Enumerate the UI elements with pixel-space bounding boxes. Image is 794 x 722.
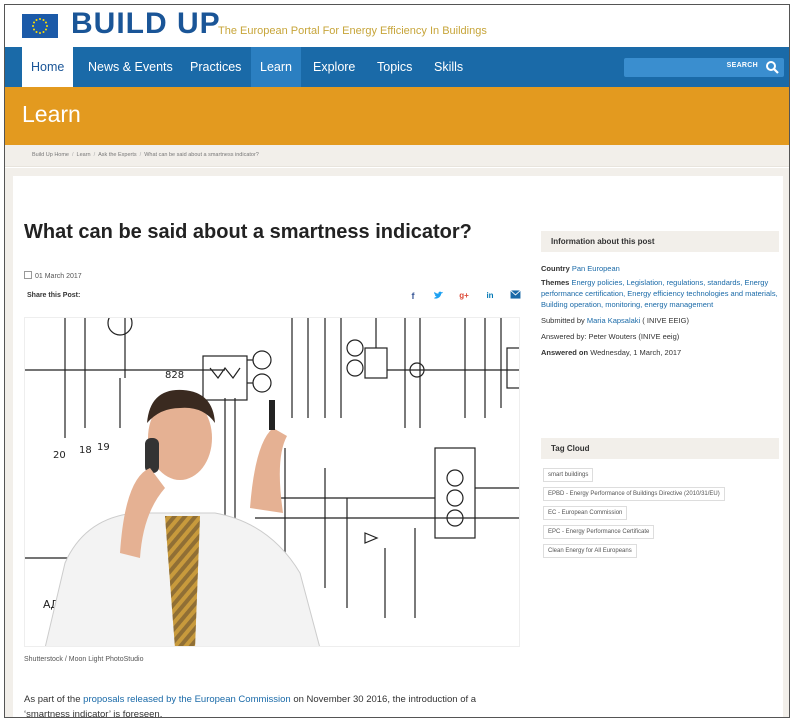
tag-smart-buildings[interactable]: smart buildings bbox=[543, 468, 594, 482]
eu-flag-icon[interactable] bbox=[22, 14, 58, 38]
content-card: What can be said about a smartness indic… bbox=[13, 176, 783, 717]
share-bar: Share this Post: f g+ in bbox=[24, 289, 521, 305]
post-info: Country Pan European Themes Energy polic… bbox=[541, 263, 779, 361]
breadcrumb-bar: Build Up Home / Learn / Ask the Experts / What… bbox=[5, 145, 789, 167]
nav-explore[interactable]: Explore bbox=[304, 47, 364, 87]
content-area: What can be said about a smartness indic… bbox=[5, 168, 789, 717]
calendar-icon bbox=[24, 271, 32, 279]
themes-label: Themes bbox=[541, 278, 570, 287]
post-date: 01 March 2017 bbox=[24, 271, 82, 280]
breadcrumb-separator: / bbox=[93, 152, 96, 158]
nav-topics[interactable]: Topics bbox=[368, 47, 421, 87]
site-header: BUILD UP The European Portal For Energy … bbox=[5, 5, 789, 47]
tag-cloud: smart buildings EPBD - Energy Performanc… bbox=[543, 468, 781, 563]
nav-home[interactable]: Home bbox=[22, 47, 74, 87]
breadcrumb-link-learn[interactable]: Learn bbox=[77, 152, 91, 158]
article-body: As part of the proposals released by the… bbox=[24, 692, 494, 717]
svg-text:828: 828 bbox=[165, 370, 184, 381]
themes-links[interactable]: Energy policies, Legislation, regulation… bbox=[541, 278, 778, 309]
engineer-schematic-image: 201819 828 АДЮБОЛОЧИЛА N3 BOЛOДOKИH bbox=[25, 318, 519, 646]
info-box-heading: Information about this post bbox=[541, 231, 779, 252]
page-frame: BUILD UP The European Portal For Energy … bbox=[4, 4, 790, 718]
ec-proposals-link[interactable]: proposals released by the European Commi… bbox=[83, 694, 291, 705]
breadcrumb-link-ask-experts[interactable]: Ask the Experts bbox=[98, 152, 137, 158]
section-banner: Learn bbox=[5, 87, 789, 145]
submitted-row: Submitted by Maria Kapsalaki ( INIVE EEI… bbox=[541, 315, 779, 326]
answered-on-value: Wednesday, 1 March, 2017 bbox=[590, 348, 682, 357]
body-text-prefix: As part of the bbox=[24, 694, 84, 705]
article-title: What can be said about a smartness indic… bbox=[24, 221, 472, 243]
linkedin-icon[interactable]: in bbox=[484, 290, 496, 302]
country-link[interactable]: Pan European bbox=[572, 264, 620, 273]
google-plus-icon[interactable]: g+ bbox=[458, 290, 470, 302]
facebook-icon[interactable]: f bbox=[407, 290, 419, 302]
answered-on-label: Answered on bbox=[541, 348, 589, 357]
tag-epbd[interactable]: EPBD - Energy Performance of Buildings D… bbox=[543, 487, 725, 501]
search-input[interactable]: SEARCH bbox=[624, 58, 784, 77]
breadcrumb: Build Up Home / Learn / Ask the Experts / What… bbox=[32, 152, 259, 158]
share-label: Share this Post: bbox=[27, 292, 81, 299]
photo-credit: Shutterstock / Moon Light PhotoStudio bbox=[24, 656, 144, 663]
main-nav: Home News & Events Practices Learn Explo… bbox=[5, 47, 789, 87]
breadcrumb-current: What can be said about a smartness indic… bbox=[144, 152, 259, 158]
breadcrumb-link-home[interactable]: Build Up Home bbox=[32, 152, 69, 158]
brand-logo-text[interactable]: BUILD UP bbox=[71, 7, 221, 41]
nav-skills[interactable]: Skills bbox=[425, 47, 472, 87]
brand-tagline: The European Portal For Energy Efficienc… bbox=[218, 25, 487, 37]
section-title: Learn bbox=[22, 101, 81, 127]
tag-clean-energy[interactable]: Clean Energy for All Europeans bbox=[543, 544, 637, 558]
country-label: Country bbox=[541, 264, 570, 273]
tag-european-commission[interactable]: EC - European Commission bbox=[543, 506, 628, 520]
nav-practices[interactable]: Practices bbox=[181, 47, 250, 87]
email-icon[interactable] bbox=[509, 290, 521, 302]
svg-text:19: 19 bbox=[97, 442, 110, 453]
search-icon[interactable] bbox=[765, 60, 779, 74]
breadcrumb-separator: / bbox=[72, 152, 74, 158]
nav-news-events[interactable]: News & Events bbox=[79, 47, 182, 87]
tag-cloud-heading: Tag Cloud bbox=[541, 438, 779, 459]
themes-row: Themes Energy policies, Legislation, reg… bbox=[541, 277, 779, 310]
tag-epc[interactable]: EPC - Energy Performance Certificate bbox=[543, 525, 655, 539]
country-row: Country Pan European bbox=[541, 263, 779, 274]
submitter-link[interactable]: Maria Kapsalaki bbox=[587, 316, 640, 325]
submitted-prefix: Submitted by bbox=[541, 316, 587, 325]
post-date-text: 01 March 2017 bbox=[35, 273, 82, 280]
svg-text:20: 20 bbox=[53, 450, 66, 461]
submitted-suffix: ( INIVE EEIG) bbox=[640, 316, 689, 325]
article-photo: 201819 828 АДЮБОЛОЧИЛА N3 BOЛOДOKИH bbox=[24, 317, 520, 647]
nav-learn[interactable]: Learn bbox=[251, 47, 301, 87]
answered-on-row: Answered on Wednesday, 1 March, 2017 bbox=[541, 347, 779, 358]
answered-by: Answered by: Peter Wouters (INIVE eeig) bbox=[541, 332, 680, 341]
svg-text:18: 18 bbox=[79, 445, 92, 456]
twitter-icon[interactable] bbox=[432, 290, 444, 302]
search-label: SEARCH bbox=[726, 62, 758, 69]
